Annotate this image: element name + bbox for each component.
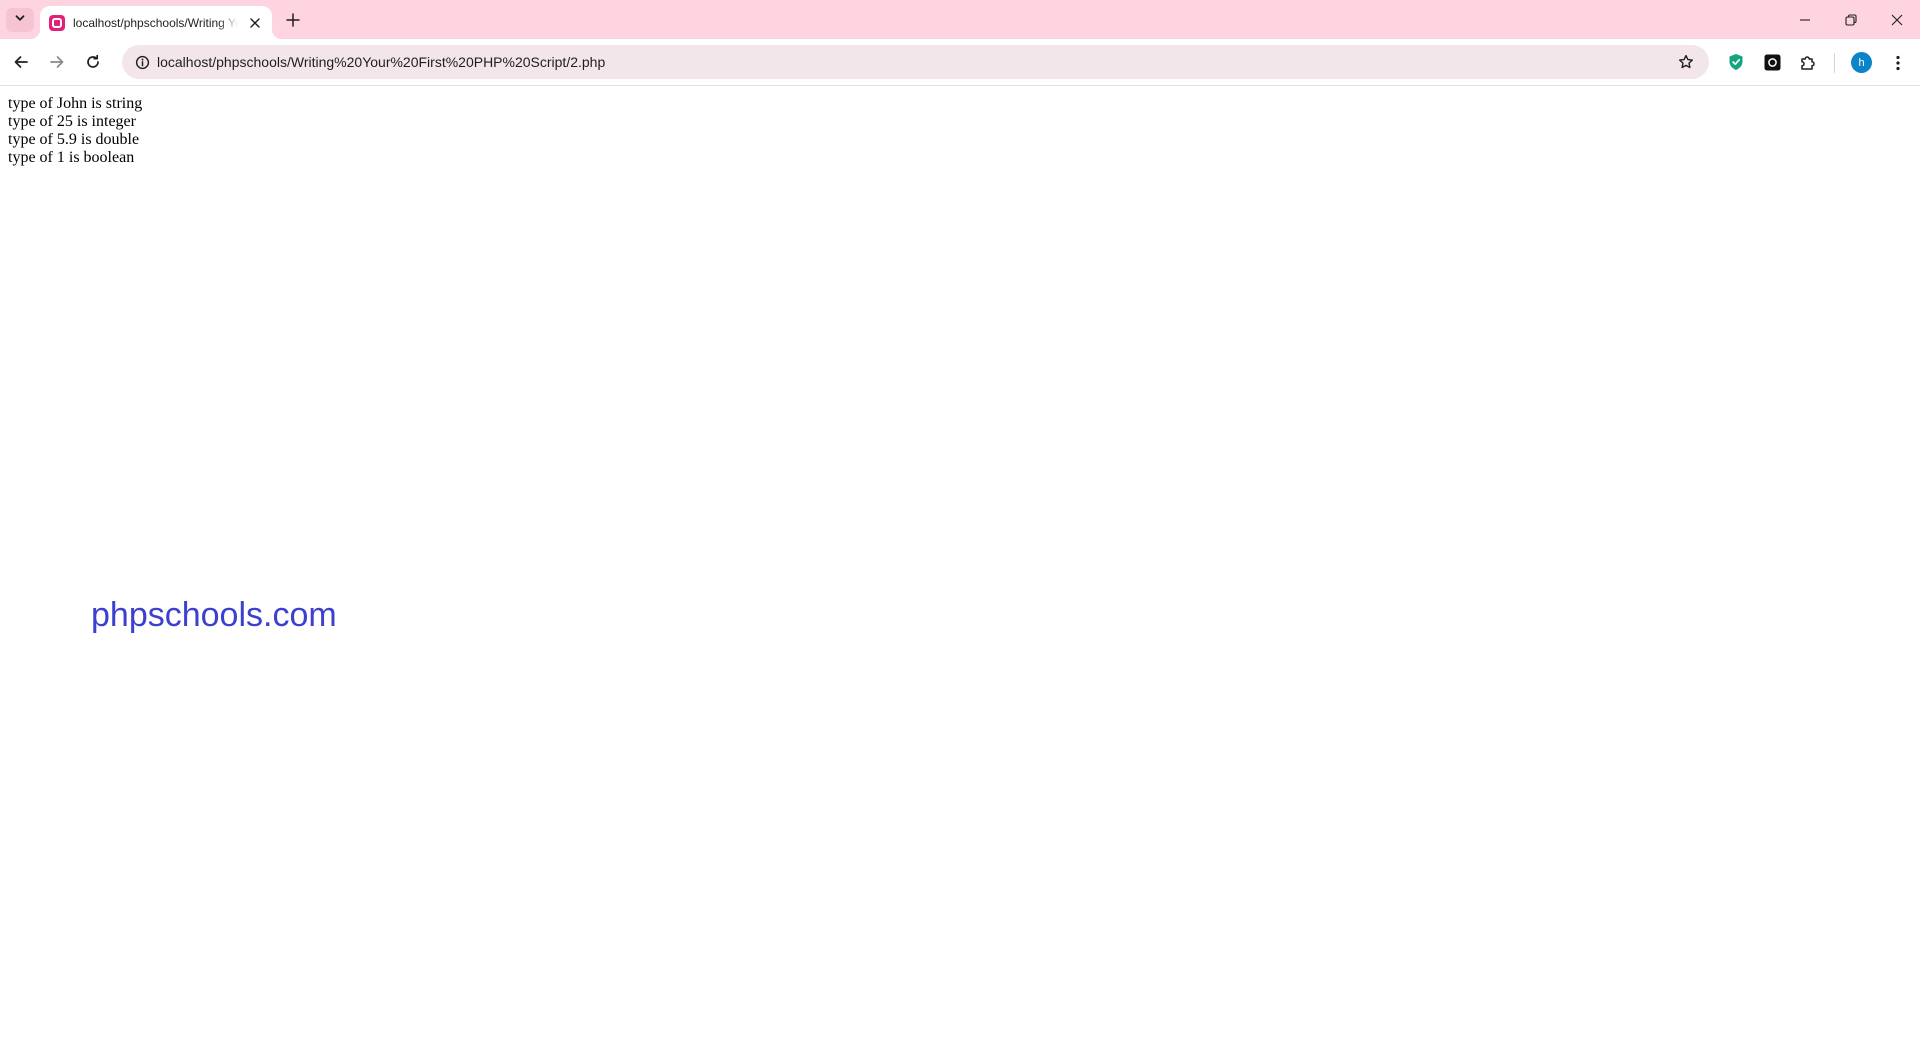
restore-icon: [1845, 13, 1857, 26]
tab-strip: localhost/phpschools/Writing Your First …: [0, 0, 1920, 39]
minimize-icon: [1800, 18, 1810, 21]
output-line: type of 5.9 is double: [8, 131, 140, 148]
tab-title: localhost/phpschools/Writing Your First …: [73, 15, 238, 30]
site-info-button[interactable]: [130, 50, 154, 74]
output-line: type of 25 is integer: [8, 113, 136, 130]
output-line: type of John is string: [8, 95, 143, 112]
profile-avatar[interactable]: h: [1851, 52, 1872, 73]
kebab-menu-icon: [1896, 55, 1900, 71]
star-icon: [1679, 54, 1693, 69]
shield-extension-icon: [1729, 54, 1743, 70]
url-text[interactable]: localhost/phpschools/Writing%20Your%20Fi…: [157, 54, 605, 70]
toolbar-separator: [1834, 53, 1835, 73]
info-icon: [135, 55, 149, 69]
new-tab-button[interactable]: [281, 8, 305, 32]
reload-button[interactable]: [79, 48, 107, 76]
tab-close-button[interactable]: [246, 14, 264, 32]
browser-menu-button[interactable]: [1886, 51, 1910, 75]
minimize-button[interactable]: [1782, 0, 1828, 39]
php-output: type of John is string type of 25 is int…: [8, 95, 142, 167]
bookmark-button[interactable]: [1675, 51, 1697, 73]
watermark-text: phpschools.com: [91, 596, 337, 634]
reload-icon: [87, 54, 99, 68]
extension-dark-button[interactable]: [1761, 51, 1783, 73]
forward-arrow-icon: [50, 56, 64, 68]
output-line: type of 1 is boolean: [8, 149, 135, 166]
address-bar[interactable]: localhost/phpschools/Writing%20Your%20Fi…: [122, 45, 1709, 79]
active-tab[interactable]: localhost/phpschools/Writing Your First …: [30, 6, 282, 39]
dark-extension-icon: [1764, 54, 1780, 70]
extensions-button[interactable]: [1797, 51, 1819, 73]
puzzle-icon: [1801, 56, 1815, 70]
chevron-down-icon: [14, 11, 26, 29]
restore-button[interactable]: [1828, 0, 1874, 39]
plus-icon: [286, 13, 300, 27]
close-icon: [250, 18, 260, 28]
close-icon: [1891, 14, 1903, 25]
back-arrow-icon: [14, 56, 28, 68]
browser-toolbar: localhost/phpschools/Writing%20Your%20Fi…: [0, 39, 1920, 86]
php-favicon-icon: [49, 14, 65, 31]
extension-shield-button[interactable]: [1725, 51, 1747, 73]
back-button[interactable]: [7, 48, 35, 76]
close-window-button[interactable]: [1874, 0, 1920, 39]
forward-button[interactable]: [43, 48, 71, 76]
page-viewport: type of John is string type of 25 is int…: [0, 86, 1920, 1040]
